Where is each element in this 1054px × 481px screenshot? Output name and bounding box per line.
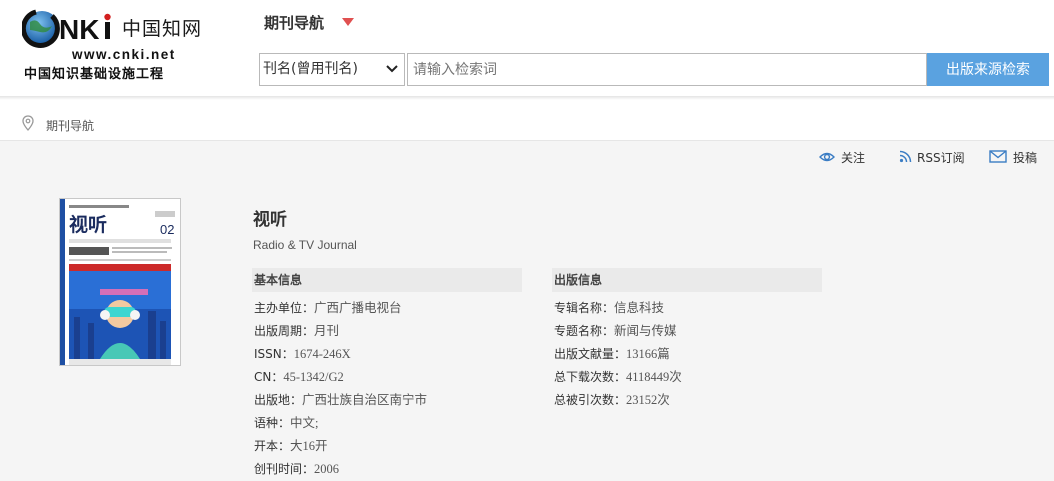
envelope-icon [989,150,1007,163]
follow-label: 关注 [841,151,866,165]
info-value: 广西广播电视台 [314,301,402,315]
info-label: 总被引次数： [554,393,627,407]
info-label: 专题名称： [554,324,615,338]
logo-url: www.cnki.net [72,47,176,62]
cover-issue: 02 [160,222,174,237]
info-value: 2006 [314,462,340,476]
header-divider [0,96,1054,100]
info-row-format: 开本：大16开 [254,436,328,456]
info-label: 语种： [254,416,291,430]
search-input[interactable] [407,53,927,86]
svg-text:NK: NK [59,14,99,45]
cnki-logo[interactable]: NK 中国知网 www.cnki.net 中国知识基础设施工程 [22,8,208,82]
info-row-issn: ISSN：1674-246X [254,344,351,364]
chevron-down-icon [386,65,398,73]
info-label: 出版地： [254,393,303,407]
publish-info-heading: 出版信息 [552,268,822,292]
info-row-place: 出版地：广西壮族自治区南宁市 [254,390,427,410]
info-row-frequency: 出版周期：月刊 [254,321,339,341]
info-row-founded: 创刊时间：2006 [254,459,339,479]
info-value: 广西壮族自治区南宁市 [302,393,428,407]
info-row-article-count: 出版文献量：13166篇 [554,344,670,364]
info-value: 月刊 [314,324,340,338]
info-label: CN： [254,370,284,384]
info-value: 中文; [290,416,319,430]
cnki-globe-icon: NK [22,9,111,48]
search-button[interactable]: 出版来源检索 [927,53,1049,86]
search-field-select[interactable]: 刊名(曾用刊名) [259,53,405,86]
rss-label: RSS订阅 [917,151,965,165]
info-value: 1674-246X [293,347,351,361]
info-label: 主办单位： [254,301,315,315]
breadcrumb: 期刊导航 [0,110,1054,140]
info-label: 专辑名称： [554,301,615,315]
info-row-series: 专辑名称：信息科技 [554,298,664,318]
info-label: 创刊时间： [254,462,315,476]
logo-subtitle: 中国知识基础设施工程 [24,67,165,82]
info-row-cn: CN：45-1342/G2 [254,367,344,387]
journal-detail-panel: 关注 RSS订阅 投稿 视听 02 视听 Radio & TV Journal … [0,141,1054,481]
location-pin-icon [22,115,34,131]
info-label: 总下载次数： [554,370,627,384]
cover-artwork: 视听 02 [60,199,180,365]
cover-title: 视听 [69,213,107,236]
info-value: 信息科技 [614,301,665,315]
info-label: 开本： [254,439,291,453]
info-row-sponsor: 主办单位：广西广播电视台 [254,298,402,318]
info-value: 新闻与传媒 [614,324,677,338]
logo-chinese-name: 中国知网 [122,18,203,40]
submit-label: 投稿 [1013,151,1038,165]
info-value: 13166篇 [626,347,670,361]
journal-english-title: Radio & TV Journal [253,238,357,252]
info-label: 出版周期： [254,324,315,338]
site-header: NK 中国知网 www.cnki.net 中国知识基础设施工程 期刊导航 刊名(… [0,0,1054,97]
info-label: 出版文献量： [554,347,627,361]
info-row-downloads: 总下载次数：4118449次 [554,367,682,387]
journal-title: 视听 [253,210,287,230]
info-value: 23152次 [626,393,670,407]
info-label: ISSN： [254,347,294,361]
nav-title[interactable]: 期刊导航 [264,12,324,33]
caret-down-icon[interactable] [342,18,354,26]
info-value: 45-1342/G2 [283,370,344,384]
eye-icon [819,152,835,162]
info-value: 大16开 [290,439,328,453]
rss-icon [899,150,912,163]
info-row-language: 语种：中文; [254,413,319,433]
journal-cover-image: 视听 02 [59,198,181,366]
info-value: 4118449次 [626,370,682,384]
info-row-topic: 专题名称：新闻与传媒 [554,321,677,341]
breadcrumb-item[interactable]: 期刊导航 [46,117,94,134]
search-field-select-value: 刊名(曾用刊名) [263,61,358,77]
info-row-citations: 总被引次数：23152次 [554,390,670,410]
basic-info-heading: 基本信息 [252,268,522,292]
